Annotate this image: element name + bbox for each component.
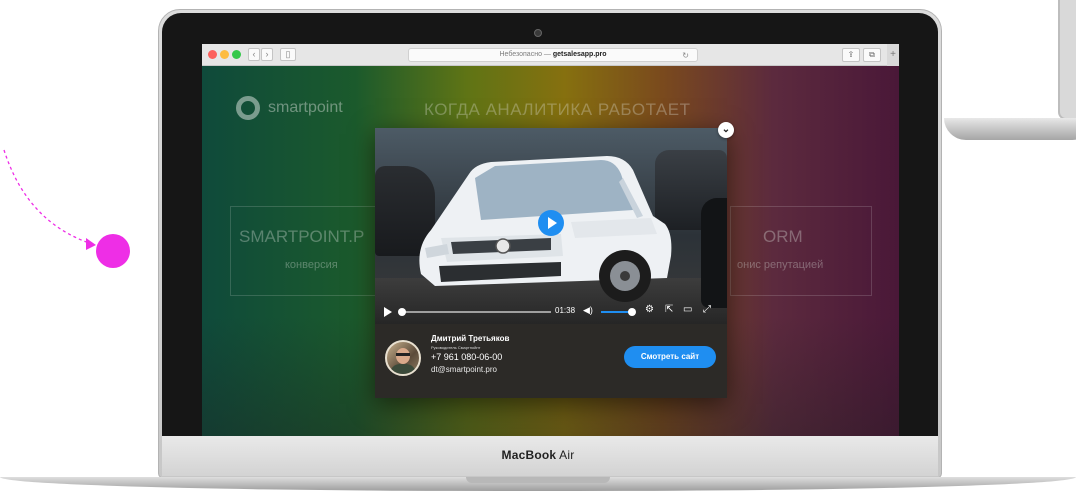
- laptop-hinge-notch: [466, 477, 610, 483]
- service-card[interactable]: SMARTPOINT.P конверсия: [230, 206, 380, 296]
- service-card-subtitle: онис репутацией: [737, 259, 824, 271]
- sidebar-toggle-button[interactable]: ▯: [280, 48, 296, 61]
- minimize-window-button[interactable]: [220, 50, 229, 59]
- avatar-glasses: [396, 353, 410, 356]
- video-controls: 01:38 ◀) ⚙ ⇱ ▭ ⤢: [375, 300, 727, 324]
- avatar: [385, 340, 421, 376]
- contact-phone[interactable]: +7 961 080-06-00: [431, 352, 502, 362]
- video-player[interactable]: 01:38 ◀) ⚙ ⇱ ▭ ⤢: [375, 128, 727, 324]
- secondary-laptop-lid: [1058, 0, 1076, 120]
- service-card-title: ORM: [763, 227, 803, 246]
- settings-icon[interactable]: ⚙: [645, 304, 654, 315]
- service-card-subtitle: конверсия: [285, 259, 338, 271]
- video-background-car: [701, 198, 727, 308]
- brand-model: Air: [559, 448, 575, 462]
- reload-icon[interactable]: ↻: [682, 50, 689, 62]
- contact-role: Руководитель Смартпойнт: [431, 345, 481, 350]
- logo-text: smartpoint: [268, 99, 343, 116]
- progress-handle[interactable]: [398, 308, 406, 316]
- view-site-button[interactable]: Смотреть сайт: [624, 346, 716, 368]
- address-bar[interactable]: Небезопасно — getsalesapp.pro ↻: [408, 48, 698, 62]
- laptop-brand-label: MacBook Air: [0, 448, 1076, 462]
- close-window-button[interactable]: [208, 50, 217, 59]
- new-tab-button[interactable]: +: [887, 44, 899, 66]
- share-button[interactable]: ⇪: [842, 48, 860, 62]
- play-icon[interactable]: [384, 307, 392, 317]
- avatar-body: [390, 364, 416, 374]
- contact-email[interactable]: dt@smartpoint.pro: [431, 365, 497, 374]
- webcam: [534, 29, 542, 37]
- volume-handle[interactable]: [628, 308, 636, 316]
- service-card[interactable]: ORM онис репутацией: [730, 206, 872, 296]
- stage: ‹ › ▯ Небезопасно — getsalesapp.pro ↻ ⇪ …: [0, 0, 1076, 498]
- service-card-title: SMARTPOINT.P: [239, 227, 365, 246]
- video-progress-bar[interactable]: [398, 308, 551, 316]
- video-duration: 01:38: [555, 306, 576, 315]
- close-modal-button[interactable]: ⌄: [718, 122, 734, 138]
- volume-icon[interactable]: ◀): [583, 305, 593, 316]
- address-host: getsalesapp.pro: [552, 51, 607, 58]
- volume-slider[interactable]: [601, 308, 636, 316]
- maximize-window-button[interactable]: [232, 50, 241, 59]
- decorative-dot: [96, 234, 130, 268]
- avatar-face: [396, 348, 410, 364]
- smartpoint-logo-icon: [236, 96, 260, 120]
- brand-name: MacBook: [501, 448, 557, 462]
- contact-panel: Дмитрий Третьяков Руководитель Смартпойн…: [375, 324, 727, 398]
- video-modal: 01:38 ◀) ⚙ ⇱ ▭ ⤢ Дмитрий Третьяков Руков…: [375, 122, 734, 398]
- secondary-laptop-base: [944, 118, 1076, 140]
- fullscreen-icon[interactable]: ⤢: [703, 304, 711, 315]
- external-link-icon[interactable]: ⇱: [665, 304, 673, 315]
- secondary-laptop: [944, 0, 1076, 150]
- browser-toolbar: ‹ › ▯ Небезопасно — getsalesapp.pro ↻ ⇪ …: [202, 44, 899, 66]
- contact-name: Дмитрий Третьяков: [431, 334, 510, 343]
- forward-button[interactable]: ›: [261, 48, 273, 61]
- laptop-screen: ‹ › ▯ Небезопасно — getsalesapp.pro ↻ ⇪ …: [202, 44, 899, 436]
- address-security-label: Небезопасно —: [499, 51, 551, 58]
- tabs-overview-button[interactable]: ⧉: [863, 48, 881, 62]
- page-headline: КОГДА АНАЛИТИКА РАБОТАЕТ: [424, 100, 691, 119]
- back-button[interactable]: ‹: [248, 48, 260, 61]
- airplay-icon[interactable]: ▭: [683, 304, 692, 315]
- website-page: smartpoint КОГДА АНАЛИТИКА РАБОТАЕТ SMAR…: [202, 66, 899, 436]
- play-video-button[interactable]: [538, 210, 564, 236]
